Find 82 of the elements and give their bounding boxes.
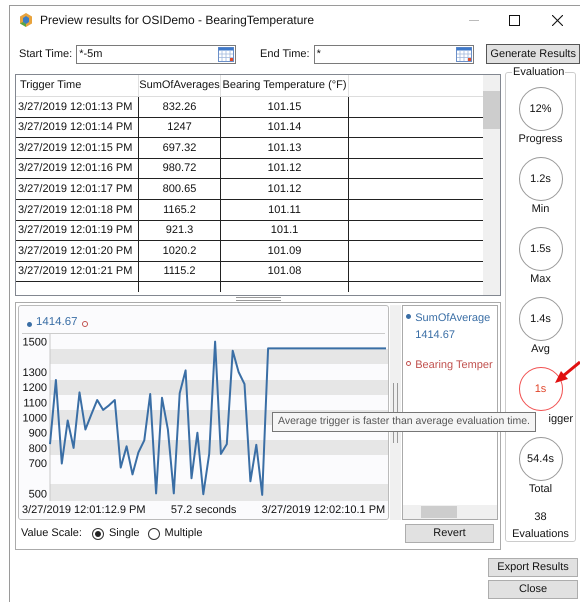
calendar-icon[interactable] xyxy=(456,46,472,62)
table-cell-text: 3/27/2019 12:01:16 PM xyxy=(18,161,132,176)
stat-label: Total xyxy=(528,483,552,496)
table-cell-text: 101.13 xyxy=(268,140,302,156)
table-cell-text: 101.12 xyxy=(268,161,302,176)
axis-tick-label: 800 xyxy=(28,442,47,455)
table-cell-text: 101.09 xyxy=(268,244,302,259)
column-header[interactable]: Bearing Temperature (°F) xyxy=(222,77,347,94)
x-axis-end-label: 3/27/2019 12:02:10.1 PM xyxy=(262,502,386,518)
table-cell-text: 1165.2 xyxy=(163,202,196,218)
radio-button[interactable] xyxy=(148,528,160,540)
axis-tick-label: 1500 xyxy=(22,336,47,349)
close-icon[interactable] xyxy=(552,14,562,26)
table-cell-text: 101.11 xyxy=(268,202,301,218)
x-axis-start-label: 3/27/2019 12:01:12.9 PM xyxy=(22,502,146,518)
revert-button[interactable]: Revert xyxy=(405,524,494,543)
tooltip: Average trigger is faster than average evaluation time. xyxy=(272,412,536,432)
table-cell-text: 800.65 xyxy=(162,182,196,197)
axis-tick-label: 900 xyxy=(28,428,47,440)
stat-label: igger xyxy=(548,413,574,426)
table-cell-text: 832.26 xyxy=(162,100,196,115)
table-cell-text: 1115.2 xyxy=(163,264,196,280)
evaluation-count-label: Evaluations xyxy=(512,526,569,542)
axis-tick-label: 1200 xyxy=(22,382,47,394)
table-cell-text: 3/27/2019 12:01:17 PM xyxy=(18,182,132,197)
stat-label: Max xyxy=(530,273,551,286)
column-header[interactable]: Trigger Time xyxy=(20,77,82,94)
table-cell-text: 3/27/2019 12:01:14 PM xyxy=(18,120,132,136)
table-cell-text: 697.32 xyxy=(162,140,196,156)
axis-tick-label: 700 xyxy=(28,458,47,470)
legend-value: 1414.67 xyxy=(415,328,456,342)
radio-button[interactable] xyxy=(92,528,104,540)
column-header[interactable]: SumOfAverages xyxy=(139,77,220,94)
table-cell-text: 980.72 xyxy=(162,161,196,176)
table-cell-text: 3/27/2019 12:01:13 PM xyxy=(18,100,132,115)
radio-label[interactable]: Single xyxy=(108,525,140,542)
table-cell-text: 3/27/2019 12:01:21 PM xyxy=(18,264,132,280)
table-cell-text: 3/27/2019 12:01:19 PM xyxy=(18,223,132,238)
axis-tick-label: 1300 xyxy=(22,366,47,379)
table-cell-text: 1020.2 xyxy=(162,244,196,259)
dialog-button[interactable]: Close xyxy=(488,580,578,599)
table-cell-text: 101.12 xyxy=(268,182,302,197)
maximize-icon[interactable] xyxy=(508,14,520,26)
cursor-value: 1414.67 xyxy=(36,314,78,330)
generate-results-button[interactable]: Generate Results xyxy=(486,44,580,64)
evaluation-count: 38 xyxy=(534,510,547,525)
table-cell-text: 3/27/2019 12:01:15 PM xyxy=(18,140,132,156)
legend-item[interactable]: SumOfAverage xyxy=(415,310,490,326)
table-cell-text: 101.14 xyxy=(268,120,302,136)
x-axis-span-label: 57.2 seconds xyxy=(170,502,236,518)
table-cell-text: 101.08 xyxy=(268,264,302,280)
table-cell-text: 3/27/2019 12:01:18 PM xyxy=(18,202,132,218)
table-cell-text: 3/27/2019 12:01:20 PM xyxy=(18,244,132,259)
table-cell-text: 921.3 xyxy=(166,223,194,238)
table-cell-text: 101.15 xyxy=(268,100,302,115)
stat-label: Progress xyxy=(518,133,563,146)
start-time-label: Start Time: xyxy=(19,46,72,62)
value-scale-label: Value Scale: xyxy=(21,526,82,542)
scrollbar[interactable] xyxy=(403,505,497,519)
splitter-grip[interactable] xyxy=(236,297,280,301)
table-cell-text: 1247 xyxy=(167,120,192,136)
scroll-thumb[interactable] xyxy=(483,91,500,129)
dialog-button[interactable]: Export Results xyxy=(488,558,578,577)
series-marker-icon xyxy=(82,321,88,327)
end-time-field[interactable]: * xyxy=(314,44,474,64)
radio-label[interactable]: Multiple xyxy=(164,525,202,542)
axis-tick-label: 500 xyxy=(28,488,47,500)
stat-label: Min xyxy=(532,203,550,216)
legend-item[interactable]: Bearing Temper xyxy=(415,357,493,374)
app-icon xyxy=(18,12,34,28)
axis-tick-label: 1100 xyxy=(23,397,47,410)
start-time-field[interactable]: *-5m xyxy=(76,44,236,64)
table-cell-text: 101.1 xyxy=(270,223,298,238)
axis-tick-label: 1000 xyxy=(22,412,47,424)
pointer-arrow xyxy=(553,361,580,385)
stat-label: Avg xyxy=(531,343,550,356)
group-title: Evaluation xyxy=(512,66,566,78)
window-title: Preview results for OSIDemo - BearingTemperature xyxy=(40,12,314,29)
scrollbar[interactable] xyxy=(483,75,500,295)
scroll-thumb[interactable] xyxy=(421,506,458,518)
calendar-icon[interactable] xyxy=(218,46,234,62)
end-time-label: End Time: xyxy=(260,46,310,62)
